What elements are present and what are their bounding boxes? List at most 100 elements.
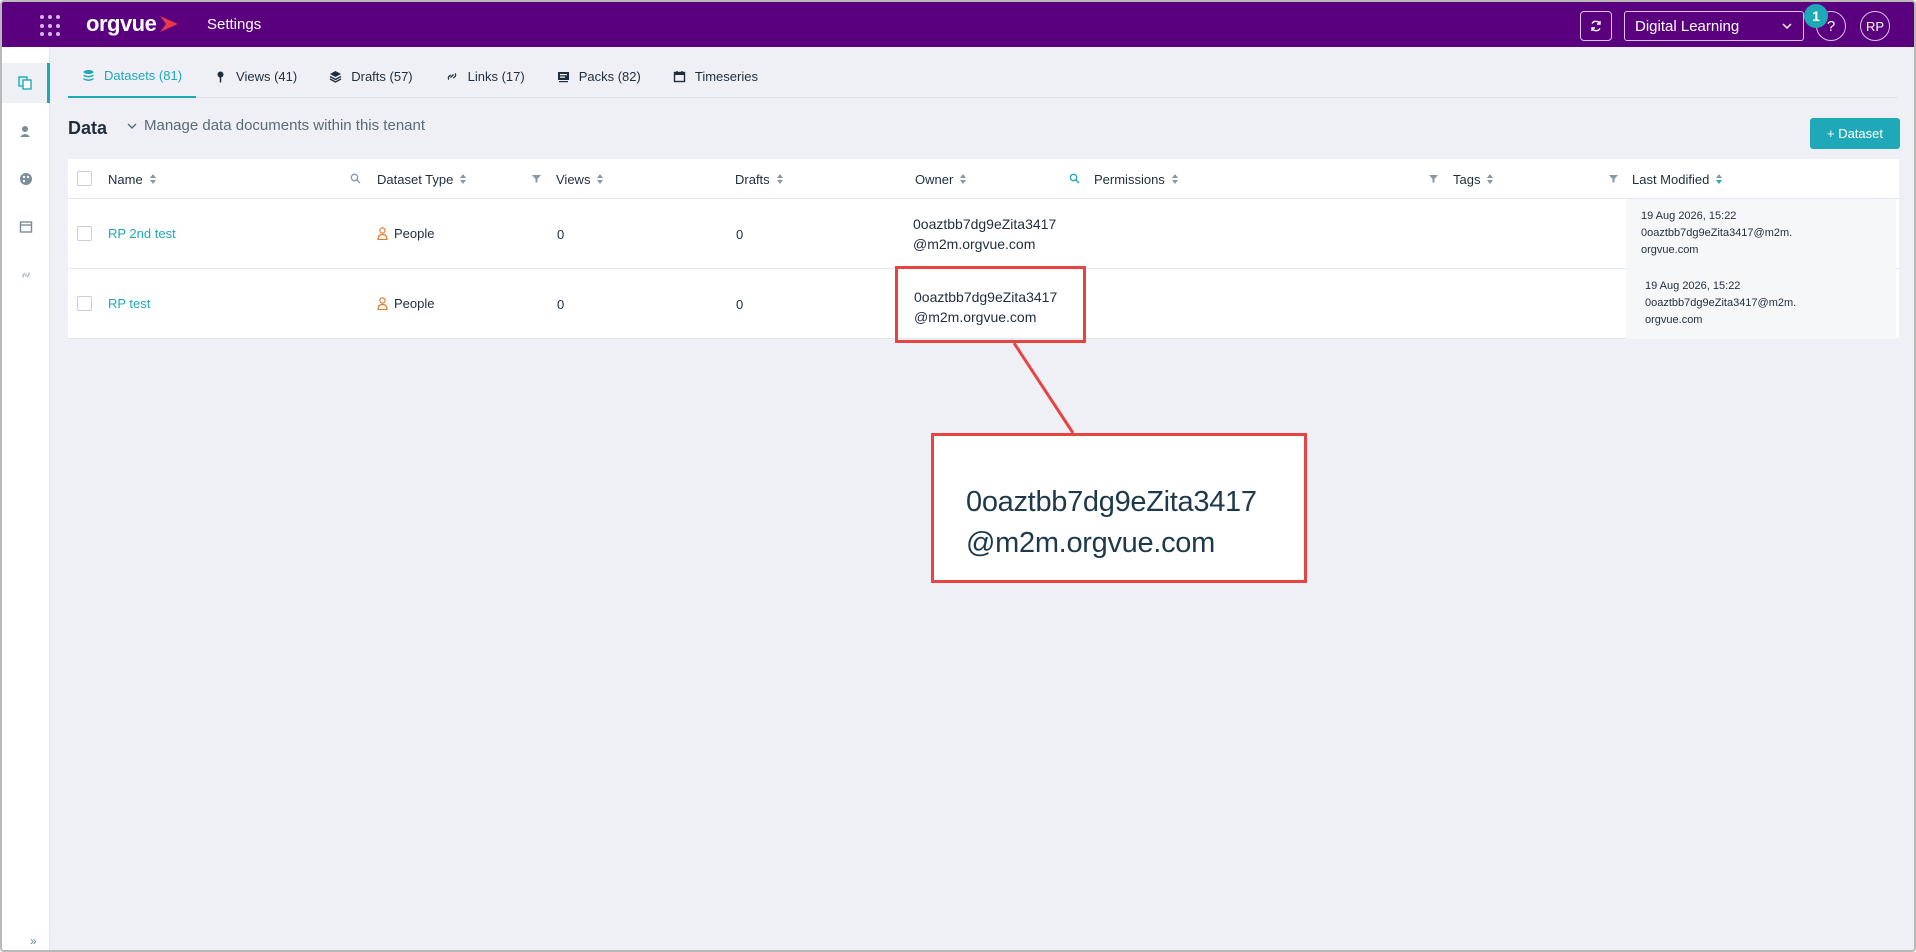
refresh-button[interactable]: [1580, 11, 1612, 41]
modified-by: 0oaztbb7dg9eZita3417@m2m.: [1641, 227, 1793, 239]
link-icon: [447, 72, 456, 80]
views-count: 0: [557, 297, 565, 312]
users-icon: [20, 126, 30, 137]
modified-date: 19 Aug 2026, 15:22: [1641, 210, 1737, 222]
sort-icon[interactable]: [1171, 173, 1179, 185]
column-header-name[interactable]: Name: [108, 159, 157, 199]
dataset-type-label: People: [394, 296, 435, 311]
filter-icon[interactable]: [531, 173, 542, 184]
description-toggle[interactable]: Manage data documents within this tenant: [126, 117, 425, 134]
person-icon: [377, 297, 388, 310]
dataset-name-link[interactable]: RP test: [108, 296, 150, 311]
row-checkbox[interactable]: [77, 226, 92, 241]
modified-by: orgvue.com: [1641, 244, 1699, 256]
sort-descending-icon[interactable]: [1715, 173, 1723, 185]
column-header-tags[interactable]: Tags: [1453, 159, 1494, 199]
last-modified-cell: 19 Aug 2026, 15:22 0oaztbb7dg9eZita3417@…: [1645, 278, 1796, 329]
pack-icon: [557, 71, 569, 82]
zoom-line: @m2m.orgvue.com: [966, 527, 1215, 559]
tab-label: Links (17): [467, 68, 525, 84]
modified-by: orgvue.com: [1645, 314, 1703, 326]
dataset-type: People: [377, 226, 434, 241]
column-label: Owner: [915, 171, 954, 187]
zoomed-owner-text: 0oaztbb7dg9eZita3417 @m2m.orgvue.com: [966, 482, 1257, 564]
owner-highlight-box: [895, 266, 1086, 343]
window-icon: [19, 221, 33, 233]
table-row[interactable]: RP 2nd test People 0 0 0oaztbb7dg9eZita3…: [68, 199, 1899, 269]
palette-icon: [20, 173, 32, 185]
sort-icon[interactable]: [776, 173, 784, 185]
column-header-last-modified[interactable]: Last Modified: [1632, 159, 1723, 199]
add-dataset-button[interactable]: + Dataset: [1810, 118, 1900, 149]
tab-views[interactable]: Views (41): [200, 54, 311, 98]
table-header: Name Dataset Type Views Drafts Owner Per…: [68, 159, 1899, 199]
sort-icon[interactable]: [459, 173, 467, 185]
tab-packs[interactable]: Packs (82): [543, 54, 655, 98]
tab-drafts[interactable]: Drafts (57): [315, 54, 426, 98]
chevron-down-icon: [1782, 23, 1792, 30]
tab-label: Views (41): [236, 68, 298, 84]
sort-icon[interactable]: [959, 173, 967, 185]
refresh-icon: [1591, 20, 1601, 32]
page-subtitle: Manage data documents within this tenant: [144, 117, 426, 134]
link-icon: [22, 272, 30, 278]
calendar-icon: [673, 70, 686, 82]
zoom-line: 0oaztbb7dg9eZita3417: [966, 486, 1257, 518]
modified-date: 19 Aug 2026, 15:22: [1645, 280, 1741, 292]
drafts-count: 0: [736, 227, 744, 242]
tab-links[interactable]: Links (17): [431, 54, 539, 98]
sort-icon[interactable]: [1486, 173, 1494, 185]
sort-icon[interactable]: [596, 173, 604, 185]
column-header-owner[interactable]: Owner: [915, 159, 967, 199]
row-checkbox[interactable]: [77, 296, 92, 311]
dataset-name-link[interactable]: RP 2nd test: [108, 226, 176, 241]
tab-label: Datasets (81): [104, 67, 183, 83]
column-label: Drafts: [735, 171, 770, 187]
owner-text: @m2m.orgvue.com: [913, 236, 1036, 252]
drafts-count: 0: [736, 297, 744, 312]
layers-icon: [329, 70, 342, 83]
search-icon[interactable]: [350, 173, 361, 184]
last-modified-cell: 19 Aug 2026, 15:22 0oaztbb7dg9eZita3417@…: [1641, 208, 1792, 259]
tab-label: Packs (82): [578, 68, 641, 84]
column-label: Tags: [1453, 171, 1481, 187]
tab-datasets[interactable]: Datasets (81): [68, 54, 197, 98]
column-header-views[interactable]: Views: [556, 159, 604, 199]
app-launcher-icon[interactable]: [40, 15, 62, 37]
owner-cell: 0oaztbb7dg9eZita3417 @m2m.orgvue.com: [913, 214, 1056, 254]
logo-mark-icon: [160, 16, 179, 32]
rail-item-pages[interactable]: [2, 207, 50, 247]
orgvue-logo: orgvue: [86, 11, 180, 37]
column-header-permissions[interactable]: Permissions: [1094, 159, 1179, 199]
search-icon[interactable]: [1069, 173, 1080, 184]
avatar[interactable]: RP: [1860, 11, 1890, 41]
datasets-icon: [17, 76, 32, 90]
filter-icon[interactable]: [1608, 173, 1619, 184]
column-header-drafts[interactable]: Drafts: [735, 159, 784, 199]
notification-badge[interactable]: 1: [1804, 4, 1828, 28]
pin-icon: [217, 71, 224, 82]
views-count: 0: [557, 227, 565, 242]
tenant-select-value: Digital Learning: [1635, 17, 1740, 35]
rail-item-datasets[interactable]: [2, 63, 50, 103]
filter-icon[interactable]: [1428, 173, 1439, 184]
owner-zoom-callout: 0oaztbb7dg9eZita3417 @m2m.orgvue.com: [931, 433, 1307, 583]
sort-icon[interactable]: [149, 173, 157, 185]
modified-by: 0oaztbb7dg9eZita3417@m2m.: [1645, 297, 1797, 309]
column-label: Dataset Type: [377, 171, 454, 187]
tab-timeseries[interactable]: Timeseries: [659, 54, 772, 98]
chevron-down-icon: [127, 123, 137, 129]
expand-rail-button[interactable]: »: [30, 934, 37, 948]
rail-item-users[interactable]: [2, 111, 50, 151]
column-label: Permissions: [1094, 171, 1165, 187]
tenant-select[interactable]: Digital Learning: [1624, 11, 1804, 41]
column-label: Last Modified: [1632, 171, 1710, 187]
rail-item-themes[interactable]: [2, 159, 50, 199]
tab-label: Drafts (57): [351, 68, 413, 84]
dataset-type: People: [377, 296, 434, 311]
app-title: Settings: [207, 16, 262, 33]
rail-item-links[interactable]: [2, 255, 50, 295]
person-icon: [377, 227, 388, 240]
select-all-checkbox[interactable]: [77, 171, 92, 186]
column-header-dataset-type[interactable]: Dataset Type: [377, 159, 467, 199]
